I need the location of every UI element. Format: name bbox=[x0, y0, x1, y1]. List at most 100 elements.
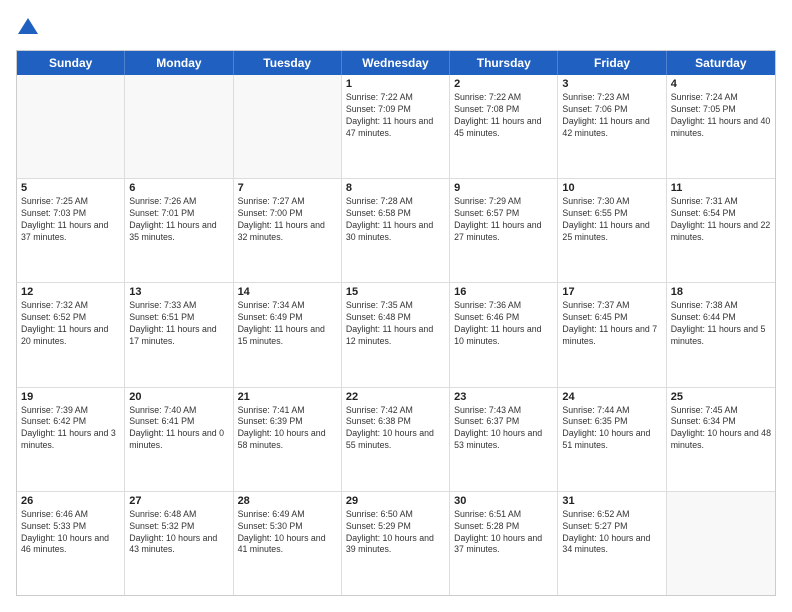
cell-detail: Sunrise: 7:26 AM Sunset: 7:01 PM Dayligh… bbox=[129, 196, 228, 244]
cell-detail: Sunrise: 7:45 AM Sunset: 6:34 PM Dayligh… bbox=[671, 405, 771, 453]
day-number: 30 bbox=[454, 495, 553, 507]
day-number: 11 bbox=[671, 182, 771, 194]
weekday-header: Friday bbox=[558, 51, 666, 75]
calendar-cell bbox=[17, 75, 125, 178]
calendar-cell: 23 Sunrise: 7:43 AM Sunset: 6:37 PM Dayli… bbox=[450, 388, 558, 491]
day-number: 13 bbox=[129, 286, 228, 298]
calendar-row: 19 Sunrise: 7:39 AM Sunset: 6:42 PM Dayli… bbox=[17, 388, 775, 492]
day-number: 24 bbox=[562, 391, 661, 403]
calendar-cell: 20Sunrise: 7:40 AM Sunset: 6:41 PM Dayli… bbox=[125, 388, 233, 491]
cell-detail: Sunrise: 7:23 AM Sunset: 7:06 PM Dayligh… bbox=[562, 92, 661, 140]
cell-detail: Sunrise: 7:22 AM Sunset: 7:08 PM Dayligh… bbox=[454, 92, 553, 140]
header bbox=[16, 16, 776, 40]
calendar-cell: 3 Sunrise: 7:23 AM Sunset: 7:06 PM Daylig… bbox=[558, 75, 666, 178]
calendar-cell: 19 Sunrise: 7:39 AM Sunset: 6:42 PM Dayli… bbox=[17, 388, 125, 491]
logo-icon bbox=[16, 16, 40, 40]
cell-detail: Sunrise: 7:35 AM Sunset: 6:48 PM Dayligh… bbox=[346, 300, 445, 348]
day-number: 7 bbox=[238, 182, 337, 194]
cell-detail: Sunrise: 6:52 AM Sunset: 5:27 PM Dayligh… bbox=[562, 509, 661, 557]
calendar-cell: 7Sunrise: 7:27 AM Sunset: 7:00 PM Daylig… bbox=[234, 179, 342, 282]
calendar-cell: 26 Sunrise: 6:46 AM Sunset: 5:33 PM Dayli… bbox=[17, 492, 125, 595]
page: SundayMondayTuesdayWednesdayThursdayFrid… bbox=[0, 0, 792, 612]
cell-detail: Sunrise: 7:37 AM Sunset: 6:45 PM Dayligh… bbox=[562, 300, 661, 348]
cell-detail: Sunrise: 7:39 AM Sunset: 6:42 PM Dayligh… bbox=[21, 405, 120, 453]
day-number: 20 bbox=[129, 391, 228, 403]
day-number: 8 bbox=[346, 182, 445, 194]
day-number: 9 bbox=[454, 182, 553, 194]
cell-detail: Sunrise: 7:33 AM Sunset: 6:51 PM Dayligh… bbox=[129, 300, 228, 348]
weekday-header: Wednesday bbox=[342, 51, 450, 75]
calendar-cell: 31Sunrise: 6:52 AM Sunset: 5:27 PM Dayli… bbox=[558, 492, 666, 595]
calendar-cell bbox=[234, 75, 342, 178]
calendar-cell: 17 Sunrise: 7:37 AM Sunset: 6:45 PM Dayli… bbox=[558, 283, 666, 386]
day-number: 3 bbox=[562, 78, 661, 90]
cell-detail: Sunrise: 7:38 AM Sunset: 6:44 PM Dayligh… bbox=[671, 300, 771, 348]
day-number: 16 bbox=[454, 286, 553, 298]
calendar-row: 1Sunrise: 7:22 AM Sunset: 7:09 PM Daylig… bbox=[17, 75, 775, 179]
weekday-header: Saturday bbox=[667, 51, 775, 75]
cell-detail: Sunrise: 7:24 AM Sunset: 7:05 PM Dayligh… bbox=[671, 92, 771, 140]
cell-detail: Sunrise: 7:25 AM Sunset: 7:03 PM Dayligh… bbox=[21, 196, 120, 244]
calendar-cell: 21 Sunrise: 7:41 AM Sunset: 6:39 PM Dayli… bbox=[234, 388, 342, 491]
day-number: 28 bbox=[238, 495, 337, 507]
calendar-cell: 16 Sunrise: 7:36 AM Sunset: 6:46 PM Dayli… bbox=[450, 283, 558, 386]
calendar-cell: 11 Sunrise: 7:31 AM Sunset: 6:54 PM Dayli… bbox=[667, 179, 775, 282]
calendar-cell bbox=[667, 492, 775, 595]
day-number: 1 bbox=[346, 78, 445, 90]
cell-detail: Sunrise: 7:31 AM Sunset: 6:54 PM Dayligh… bbox=[671, 196, 771, 244]
day-number: 2 bbox=[454, 78, 553, 90]
weekday-header: Sunday bbox=[17, 51, 125, 75]
calendar-cell: 14 Sunrise: 7:34 AM Sunset: 6:49 PM Dayli… bbox=[234, 283, 342, 386]
day-number: 22 bbox=[346, 391, 445, 403]
cell-detail: Sunrise: 7:34 AM Sunset: 6:49 PM Dayligh… bbox=[238, 300, 337, 348]
day-number: 21 bbox=[238, 391, 337, 403]
day-number: 10 bbox=[562, 182, 661, 194]
calendar-cell: 9Sunrise: 7:29 AM Sunset: 6:57 PM Daylig… bbox=[450, 179, 558, 282]
calendar-cell: 13 Sunrise: 7:33 AM Sunset: 6:51 PM Dayli… bbox=[125, 283, 233, 386]
cell-detail: Sunrise: 7:43 AM Sunset: 6:37 PM Dayligh… bbox=[454, 405, 553, 453]
day-number: 29 bbox=[346, 495, 445, 507]
calendar-header: SundayMondayTuesdayWednesdayThursdayFrid… bbox=[17, 51, 775, 75]
cell-detail: Sunrise: 7:44 AM Sunset: 6:35 PM Dayligh… bbox=[562, 405, 661, 453]
day-number: 27 bbox=[129, 495, 228, 507]
day-number: 5 bbox=[21, 182, 120, 194]
calendar-cell: 10 Sunrise: 7:30 AM Sunset: 6:55 PM Dayli… bbox=[558, 179, 666, 282]
calendar-cell: 22 Sunrise: 7:42 AM Sunset: 6:38 PM Dayli… bbox=[342, 388, 450, 491]
day-number: 15 bbox=[346, 286, 445, 298]
calendar-cell: 18 Sunrise: 7:38 AM Sunset: 6:44 PM Dayli… bbox=[667, 283, 775, 386]
calendar-cell: 25Sunrise: 7:45 AM Sunset: 6:34 PM Dayli… bbox=[667, 388, 775, 491]
calendar-cell: 6 Sunrise: 7:26 AM Sunset: 7:01 PM Daylig… bbox=[125, 179, 233, 282]
calendar: SundayMondayTuesdayWednesdayThursdayFrid… bbox=[16, 50, 776, 596]
weekday-header: Monday bbox=[125, 51, 233, 75]
calendar-row: 26 Sunrise: 6:46 AM Sunset: 5:33 PM Dayli… bbox=[17, 492, 775, 595]
calendar-cell: 27 Sunrise: 6:48 AM Sunset: 5:32 PM Dayli… bbox=[125, 492, 233, 595]
day-number: 6 bbox=[129, 182, 228, 194]
calendar-row: 5 Sunrise: 7:25 AM Sunset: 7:03 PM Daylig… bbox=[17, 179, 775, 283]
day-number: 12 bbox=[21, 286, 120, 298]
cell-detail: Sunrise: 6:49 AM Sunset: 5:30 PM Dayligh… bbox=[238, 509, 337, 557]
day-number: 19 bbox=[21, 391, 120, 403]
cell-detail: Sunrise: 7:32 AM Sunset: 6:52 PM Dayligh… bbox=[21, 300, 120, 348]
cell-detail: Sunrise: 7:42 AM Sunset: 6:38 PM Dayligh… bbox=[346, 405, 445, 453]
day-number: 18 bbox=[671, 286, 771, 298]
calendar-cell: 2 Sunrise: 7:22 AM Sunset: 7:08 PM Daylig… bbox=[450, 75, 558, 178]
cell-detail: Sunrise: 6:48 AM Sunset: 5:32 PM Dayligh… bbox=[129, 509, 228, 557]
day-number: 17 bbox=[562, 286, 661, 298]
day-number: 14 bbox=[238, 286, 337, 298]
cell-detail: Sunrise: 7:28 AM Sunset: 6:58 PM Dayligh… bbox=[346, 196, 445, 244]
calendar-cell: 8 Sunrise: 7:28 AM Sunset: 6:58 PM Daylig… bbox=[342, 179, 450, 282]
calendar-cell: 30Sunrise: 6:51 AM Sunset: 5:28 PM Dayli… bbox=[450, 492, 558, 595]
cell-detail: Sunrise: 7:36 AM Sunset: 6:46 PM Dayligh… bbox=[454, 300, 553, 348]
logo bbox=[16, 16, 44, 40]
cell-detail: Sunrise: 6:46 AM Sunset: 5:33 PM Dayligh… bbox=[21, 509, 120, 557]
cell-detail: Sunrise: 7:41 AM Sunset: 6:39 PM Dayligh… bbox=[238, 405, 337, 453]
day-number: 4 bbox=[671, 78, 771, 90]
cell-detail: Sunrise: 7:30 AM Sunset: 6:55 PM Dayligh… bbox=[562, 196, 661, 244]
calendar-body: 1Sunrise: 7:22 AM Sunset: 7:09 PM Daylig… bbox=[17, 75, 775, 595]
calendar-cell: 15 Sunrise: 7:35 AM Sunset: 6:48 PM Dayli… bbox=[342, 283, 450, 386]
weekday-header: Tuesday bbox=[234, 51, 342, 75]
calendar-cell: 28 Sunrise: 6:49 AM Sunset: 5:30 PM Dayli… bbox=[234, 492, 342, 595]
day-number: 23 bbox=[454, 391, 553, 403]
calendar-cell: 4 Sunrise: 7:24 AM Sunset: 7:05 PM Daylig… bbox=[667, 75, 775, 178]
day-number: 26 bbox=[21, 495, 120, 507]
